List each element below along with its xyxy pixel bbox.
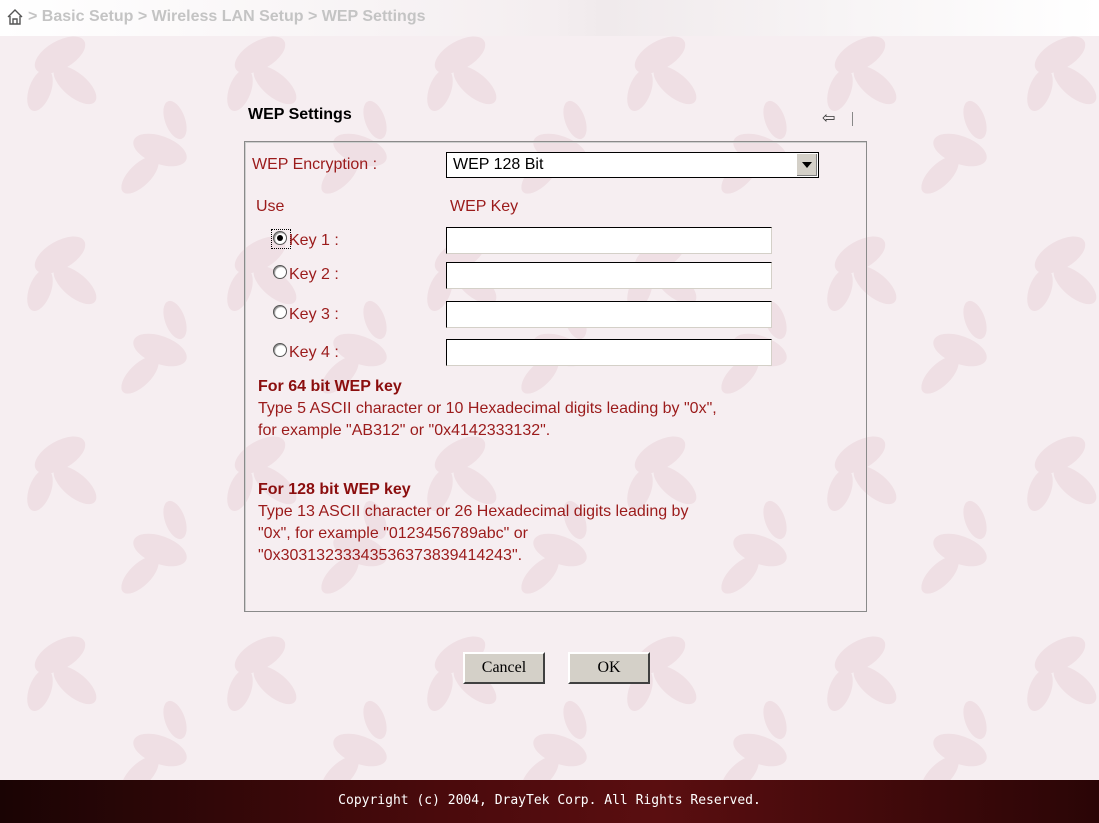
breadcrumb-separator: >	[137, 8, 148, 25]
divider	[852, 112, 853, 126]
breadcrumb: > Basic Setup > Wireless LAN Setup > WEP…	[6, 8, 426, 26]
breadcrumb-item-basic-setup[interactable]: Basic Setup	[42, 8, 134, 26]
key-1-radio[interactable]	[273, 231, 287, 245]
home-icon[interactable]	[6, 8, 24, 26]
key-3-input[interactable]	[446, 301, 772, 328]
footer: Copyright (c) 2004, DrayTek Corp. All Ri…	[0, 780, 1099, 823]
use-column-header: Use	[256, 198, 285, 215]
back-arrow-icon[interactable]: ⇦	[822, 108, 835, 128]
key-4-radio[interactable]	[273, 343, 287, 357]
breadcrumb-item-wep-settings: WEP Settings	[321, 8, 426, 25]
help-128-text: Type 13 ASCII character or 26 Hexadecima…	[258, 501, 878, 567]
breadcrumb-separator: >	[28, 8, 38, 25]
chevron-down-icon	[802, 162, 812, 168]
key-1-input[interactable]	[446, 227, 772, 254]
key-2-input[interactable]	[446, 262, 772, 289]
ok-button[interactable]: OK	[568, 652, 650, 684]
wep-encryption-value: WEP 128 Bit	[453, 156, 544, 173]
key-4-label: Key 4 :	[289, 344, 339, 361]
dropdown-arrow-button[interactable]	[796, 154, 817, 176]
help-128-line: Type 13 ASCII character or 26 Hexadecima…	[258, 503, 689, 520]
copyright-text: Copyright (c) 2004, DrayTek Corp. All Ri…	[338, 793, 761, 808]
help-64-line: for example "AB312" or "0x4142333132".	[258, 422, 551, 439]
key-1-label: Key 1 :	[289, 232, 339, 249]
key-3-radio[interactable]	[273, 305, 287, 319]
help-128-line: "0x", for example "0123456789abc" or	[258, 525, 528, 542]
page-title: WEP Settings	[248, 106, 352, 123]
help-128-line: "0x30313233343536373839414243".	[258, 547, 523, 564]
help-64-title: For 64 bit WEP key	[258, 378, 402, 395]
breadcrumb-bar: > Basic Setup > Wireless LAN Setup > WEP…	[0, 0, 1099, 36]
breadcrumb-separator: >	[307, 8, 318, 25]
wep-key-column-header: WEP Key	[450, 198, 519, 215]
help-128-title: For 128 bit WEP key	[258, 481, 411, 498]
breadcrumb-item-wireless-lan-setup[interactable]: Wireless LAN Setup	[152, 8, 304, 26]
key-3-label: Key 3 :	[289, 306, 339, 323]
help-64-line: Type 5 ASCII character or 10 Hexadecimal…	[258, 400, 717, 417]
help-64-text: Type 5 ASCII character or 10 Hexadecimal…	[258, 398, 878, 442]
cancel-button[interactable]: Cancel	[463, 652, 545, 684]
key-2-label: Key 2 :	[289, 266, 339, 283]
wep-encryption-label: WEP Encryption :	[252, 156, 378, 173]
wep-encryption-select[interactable]: WEP 128 Bit	[446, 152, 819, 178]
key-2-radio[interactable]	[273, 265, 287, 279]
key-4-input[interactable]	[446, 339, 772, 366]
